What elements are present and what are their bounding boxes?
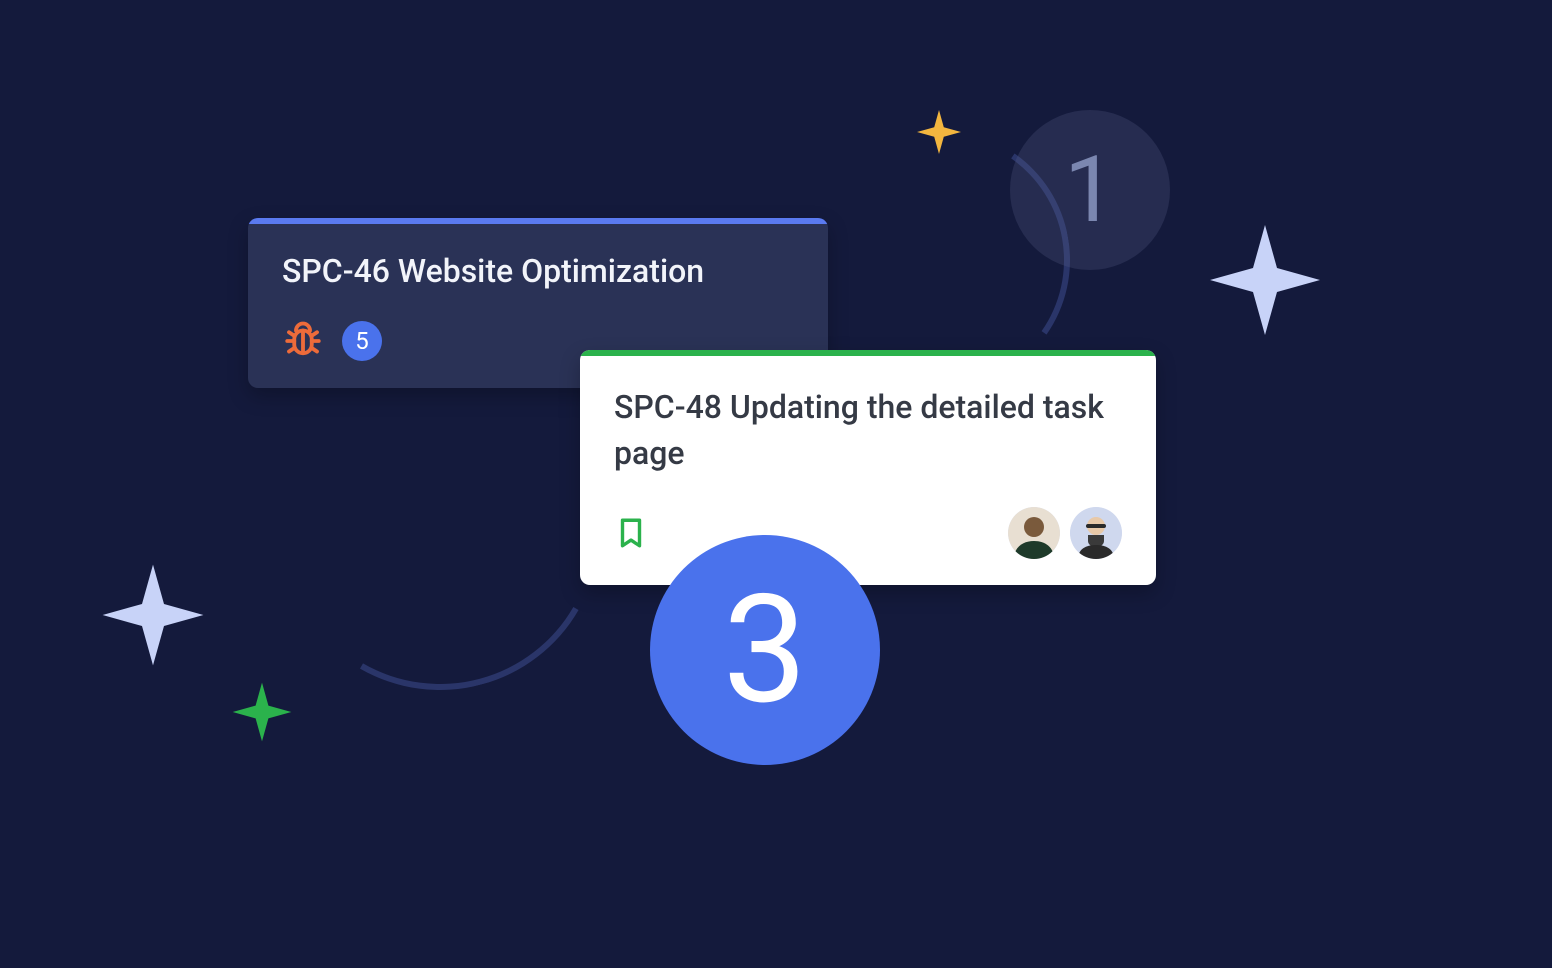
task-card-spc-48[interactable]: SPC-48 Updating the detailed task page — [580, 350, 1156, 585]
assignee-avatars — [1008, 507, 1122, 559]
sparkle-icon — [230, 680, 294, 744]
sparkle-icon — [1205, 220, 1325, 340]
task-count-value: 5 — [355, 327, 369, 355]
task-card-title: SPC-46 Website Optimization — [282, 252, 794, 290]
sparkle-icon — [915, 108, 963, 156]
sparkle-icon — [98, 560, 208, 670]
step-badge-three-label: 3 — [723, 562, 807, 738]
task-count-badge: 5 — [342, 321, 382, 361]
step-badge-one-label: 1 — [1064, 137, 1116, 244]
avatar — [1070, 507, 1122, 559]
bug-icon — [282, 320, 324, 362]
illustration-canvas: 1 SPC-46 Website Optimization — [0, 0, 1552, 968]
step-badge-three: 3 — [650, 535, 880, 765]
bookmark-icon — [614, 516, 648, 550]
step-badge-one: 1 — [1010, 110, 1170, 270]
orbit-arc — [244, 334, 636, 726]
avatar — [1008, 507, 1060, 559]
task-card-title: SPC-48 Updating the detailed task page — [614, 384, 1122, 477]
